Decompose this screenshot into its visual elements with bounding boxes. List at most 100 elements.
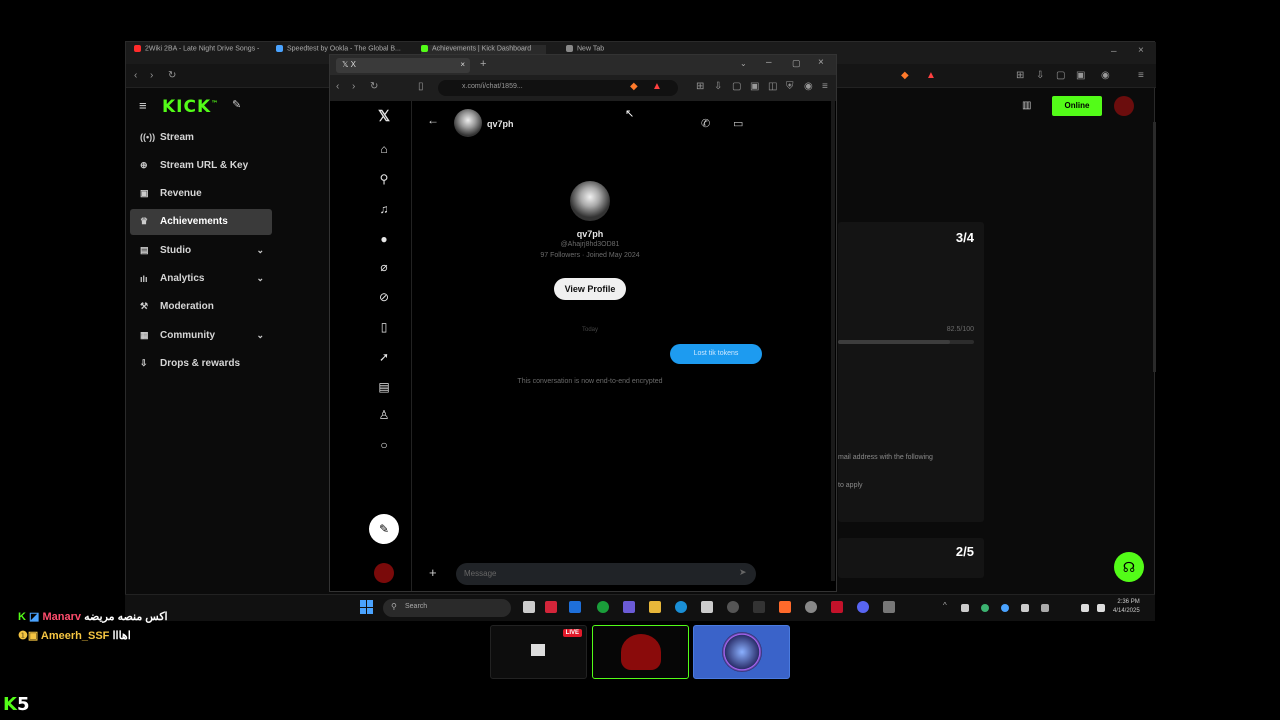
app-icon-2[interactable] (753, 601, 765, 613)
back-arrow-icon[interactable]: ‹ (336, 81, 339, 92)
downloads-icon[interactable]: ⇩ (1036, 70, 1044, 81)
steam-icon[interactable] (569, 601, 581, 613)
minimize-icon[interactable]: – (766, 57, 772, 68)
xbox-icon[interactable] (597, 601, 609, 613)
sidebar-item-moderation[interactable]: ⚒ Moderation (130, 294, 272, 320)
communities-icon[interactable]: ⊘ (376, 289, 392, 305)
stream-thumbnail-2[interactable] (592, 625, 689, 679)
reload-icon[interactable]: ↻ (370, 81, 378, 92)
chevron-down-icon[interactable]: ⌄ (256, 273, 264, 284)
tray-chevron-icon[interactable]: ^ (943, 601, 947, 610)
vpn-icon[interactable]: ⛨ (786, 81, 794, 92)
tray-icon-1[interactable] (961, 604, 969, 612)
stream-thumbnail-1[interactable]: LIVE (490, 625, 587, 679)
new-tab-icon[interactable]: + (480, 58, 486, 70)
jobs-icon[interactable]: ➚ (376, 349, 392, 365)
brave-icon[interactable] (779, 601, 791, 613)
tray-icon-4[interactable] (1041, 604, 1049, 612)
downloads-icon[interactable]: ⇩ (714, 81, 722, 92)
close-window-icon[interactable]: × (818, 57, 824, 68)
maximize-icon[interactable]: ▢ (792, 58, 801, 69)
reload-icon[interactable]: ↻ (168, 70, 176, 81)
tab-search-icon[interactable]: ⌄ (740, 59, 747, 68)
brave-rewards-icon[interactable]: ▲ (926, 70, 936, 81)
acrobat-icon[interactable] (545, 601, 557, 613)
wallet-icon[interactable]: ▣ (1076, 70, 1085, 81)
grok-icon[interactable]: ⌀ (376, 259, 392, 275)
more-icon[interactable]: ○ (376, 437, 392, 453)
network-icon[interactable] (1081, 604, 1089, 612)
message-input[interactable]: Message (456, 563, 756, 585)
chat-avatar-small[interactable] (454, 109, 482, 137)
onedrive-icon[interactable] (1021, 604, 1029, 612)
discord-icon[interactable] (857, 601, 869, 613)
close-icon[interactable]: × (1138, 45, 1144, 56)
support-chat-button[interactable]: ☊ (1114, 552, 1144, 582)
sidebar-item-drops-rewards[interactable]: ⇩ Drops & rewards (130, 350, 272, 376)
profile-icon[interactable]: ◉ (1101, 70, 1110, 81)
front-tab-x[interactable]: 𝕏 X × (336, 58, 470, 73)
kick-logo[interactable]: KICK™ (162, 97, 219, 117)
sidebar-item-achievements[interactable]: ♛ Achievements (130, 208, 272, 235)
back-tab-1[interactable]: 2Wiki 2BA - Late Night Drive Songs - (134, 45, 264, 61)
x-logo-icon[interactable]: 𝕏 (376, 109, 392, 125)
taskbar-search[interactable]: ⚲ Search (383, 599, 511, 617)
chevron-down-icon[interactable]: ⌄ (256, 245, 264, 256)
hamburger-icon[interactable]: ≡ (139, 98, 147, 113)
settings-icon[interactable] (805, 601, 817, 613)
brave-rewards-icon[interactable]: ▲ (652, 81, 662, 92)
tray-icon-2[interactable] (981, 604, 989, 612)
avatar[interactable] (1114, 96, 1134, 116)
back-arrow-icon[interactable]: ‹ (134, 70, 137, 81)
app-icon-3[interactable] (883, 601, 895, 613)
edge-icon[interactable] (675, 601, 687, 613)
store-icon[interactable] (701, 601, 713, 613)
app-icon[interactable] (623, 601, 635, 613)
scrollbar[interactable] (831, 101, 835, 581)
notifications-icon[interactable]: ♫ (376, 201, 392, 217)
file-explorer-icon[interactable] (649, 601, 661, 613)
screenshot-icon[interactable]: ▢ (732, 81, 741, 92)
extensions-icon[interactable]: ⊞ (696, 81, 704, 92)
profile-avatar-large[interactable] (570, 181, 610, 221)
profile-icon[interactable]: ♙ (376, 407, 392, 423)
video-call-icon[interactable]: ▭ (733, 117, 743, 130)
sidebar-item-community[interactable]: ▦ Community ⌄ (130, 322, 272, 348)
tray-icon-3[interactable] (1001, 604, 1009, 612)
chevron-down-icon[interactable]: ⌄ (256, 330, 264, 341)
wallet-icon[interactable]: ◫ (768, 81, 777, 92)
task-view-icon[interactable] (523, 601, 535, 613)
account-avatar[interactable] (374, 563, 394, 583)
voice-call-icon[interactable]: ✆ (701, 117, 710, 130)
sidebar-icon[interactable]: ▣ (750, 81, 759, 92)
extensions-icon[interactable]: ⊞ (1016, 70, 1024, 81)
pin-icon[interactable]: ✎ (232, 98, 241, 111)
menu-icon[interactable]: ≡ (822, 81, 828, 92)
lists-icon[interactable]: ▤ (376, 379, 392, 395)
messages-icon[interactable]: ● (376, 231, 392, 247)
online-status-button[interactable]: Online (1052, 96, 1102, 116)
screenshot-icon[interactable]: ▢ (1056, 70, 1065, 81)
sidebar-item-analytics[interactable]: ılı Analytics ⌄ (130, 266, 272, 292)
view-profile-button[interactable]: View Profile (554, 278, 626, 300)
sidebar-item-stream[interactable]: ((•)) Stream (130, 124, 272, 150)
netflix-icon[interactable] (831, 601, 843, 613)
send-icon[interactable]: ➤ (739, 567, 747, 578)
clock[interactable]: 2:36 PM 4/14/2025 (1113, 598, 1140, 616)
volume-icon[interactable] (1097, 604, 1105, 612)
brave-shield-icon[interactable]: ◆ (901, 70, 909, 81)
stats-icon[interactable]: ▥ (1022, 100, 1031, 111)
back-arrow-icon[interactable]: ← (427, 113, 439, 127)
stream-thumbnail-3[interactable] (693, 625, 790, 679)
sidebar-item-studio[interactable]: ▤ Studio ⌄ (130, 237, 272, 263)
apply-link[interactable]: to apply (838, 482, 863, 489)
home-icon[interactable]: ⌂ (376, 141, 392, 157)
url-bar[interactable]: x.com/i/chat/1859... (438, 80, 678, 96)
bookmarks-icon[interactable]: ▯ (376, 319, 392, 335)
menu-icon[interactable]: ≡ (1138, 70, 1144, 81)
profile-icon[interactable]: ◉ (804, 81, 813, 92)
scrollbar[interactable] (1153, 122, 1156, 372)
close-tab-icon[interactable]: × (460, 60, 465, 69)
add-media-icon[interactable]: + (429, 565, 437, 580)
sidebar-item-stream-url-key[interactable]: ⊕ Stream URL & Key (130, 152, 272, 178)
